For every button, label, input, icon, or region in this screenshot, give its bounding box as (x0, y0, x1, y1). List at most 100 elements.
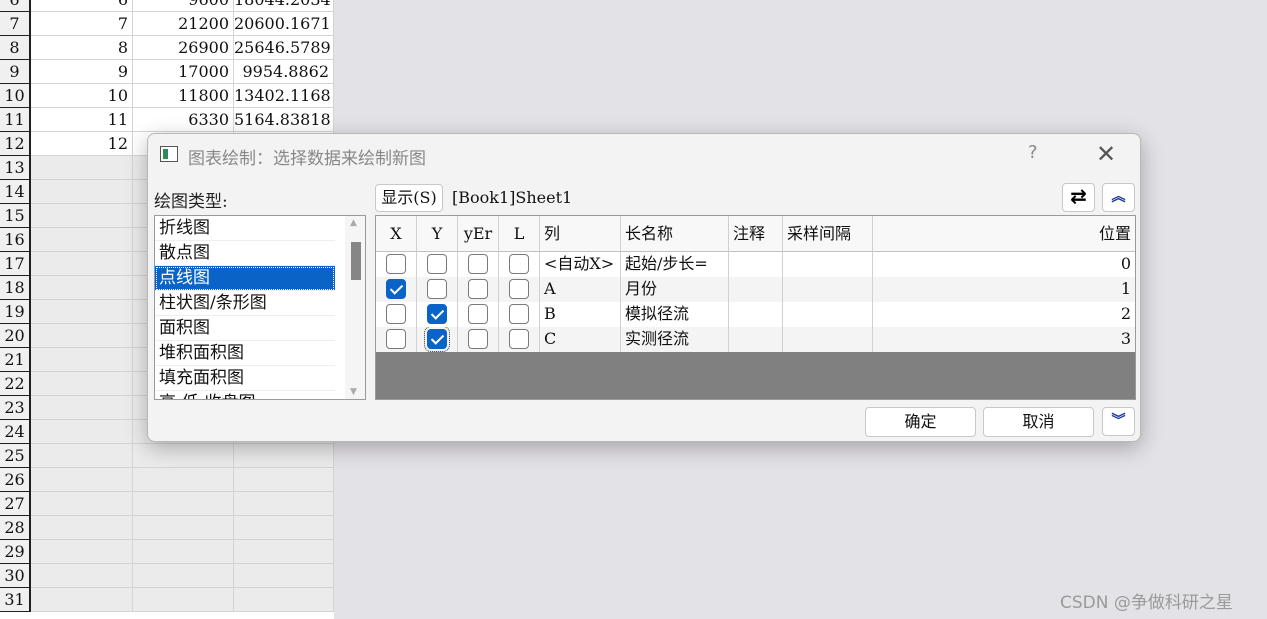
cancel-button[interactable]: 取消 (983, 407, 1094, 437)
l-checkbox[interactable] (509, 253, 529, 274)
cell-a[interactable] (31, 228, 133, 252)
header-comment[interactable]: 注释 (729, 216, 783, 252)
row-header[interactable]: 30 (0, 564, 31, 588)
row-header[interactable]: 6 (0, 0, 31, 12)
cell-a[interactable]: 12 (31, 132, 133, 156)
cell-a[interactable] (31, 252, 133, 276)
cell-a[interactable] (31, 516, 133, 540)
cell-b[interactable]: 26900 (133, 36, 234, 60)
cell-a[interactable] (31, 468, 133, 492)
l-checkbox[interactable] (509, 328, 529, 349)
header-long-name[interactable]: 长名称 (621, 216, 729, 252)
yer-checkbox[interactable] (468, 253, 488, 274)
help-button[interactable]: ? (1028, 142, 1038, 163)
cell-c[interactable] (234, 492, 334, 516)
cell-c[interactable]: 9954.8862 (234, 60, 334, 84)
column-name-cell[interactable]: A (540, 277, 621, 302)
cell-b[interactable] (133, 492, 234, 516)
column-name-cell[interactable]: C (540, 327, 621, 352)
row-header[interactable]: 22 (0, 372, 31, 396)
cell-a[interactable]: 11 (31, 108, 133, 132)
plot-type-item[interactable]: 填充面积图 (155, 366, 335, 391)
cell-a[interactable]: 6 (31, 0, 133, 12)
row-header[interactable]: 14 (0, 180, 31, 204)
plot-type-item[interactable]: 高-低-收盘图 (155, 391, 335, 399)
header-y[interactable]: Y (417, 216, 458, 252)
cell-a[interactable] (31, 396, 133, 420)
long-name-cell[interactable]: 起始/步长= (621, 252, 729, 277)
cell-b[interactable] (133, 468, 234, 492)
plot-type-item[interactable]: 散点图 (155, 241, 335, 266)
expand-down-icon[interactable]: ︾ (1102, 407, 1135, 436)
cell-c[interactable]: 13402.1168 (234, 84, 334, 108)
plot-type-list[interactable]: 折线图散点图点线图柱状图/条形图面积图堆积面积图填充面积图高-低-收盘图 ▲ ▼ (154, 215, 366, 400)
position-cell[interactable]: 0 (873, 252, 1135, 277)
cell-a[interactable] (31, 156, 133, 180)
cell-a[interactable] (31, 444, 133, 468)
row-header[interactable]: 8 (0, 36, 31, 60)
row-header[interactable]: 31 (0, 588, 31, 612)
row-header[interactable]: 25 (0, 444, 31, 468)
cell-a[interactable] (31, 324, 133, 348)
cell-b[interactable] (133, 588, 234, 612)
row-header[interactable]: 24 (0, 420, 31, 444)
plot-type-item[interactable]: 柱状图/条形图 (155, 291, 335, 316)
header-yer[interactable]: yEr (458, 216, 499, 252)
cell-b[interactable]: 6330 (133, 108, 234, 132)
cell-a[interactable]: 10 (31, 84, 133, 108)
row-header[interactable]: 12 (0, 132, 31, 156)
header-sampling[interactable]: 采样间隔 (783, 216, 873, 252)
comment-cell[interactable] (729, 252, 783, 277)
ok-button[interactable]: 确定 (865, 407, 976, 437)
sampling-cell[interactable] (783, 327, 873, 352)
cell-a[interactable]: 9 (31, 60, 133, 84)
l-checkbox[interactable] (509, 278, 529, 299)
sampling-cell[interactable] (783, 252, 873, 277)
cell-c[interactable] (234, 588, 334, 612)
row-header[interactable]: 23 (0, 396, 31, 420)
cell-a[interactable] (31, 492, 133, 516)
cell-c[interactable]: 20600.1671 (234, 12, 334, 36)
cell-c[interactable] (234, 540, 334, 564)
swap-icon[interactable]: ⇄ (1062, 183, 1095, 212)
row-header[interactable]: 7 (0, 12, 31, 36)
cell-a[interactable] (31, 588, 133, 612)
header-l[interactable]: L (499, 216, 540, 252)
plot-type-item[interactable]: 堆积面积图 (155, 341, 335, 366)
cell-a[interactable]: 7 (31, 12, 133, 36)
show-button[interactable]: 显示(S) (375, 184, 443, 212)
y-checkbox[interactable] (427, 253, 447, 274)
l-checkbox[interactable] (509, 303, 529, 324)
comment-cell[interactable] (729, 277, 783, 302)
row-header[interactable]: 11 (0, 108, 31, 132)
row-header[interactable]: 10 (0, 84, 31, 108)
row-header[interactable]: 16 (0, 228, 31, 252)
x-checkbox[interactable] (386, 253, 406, 274)
position-cell[interactable]: 1 (873, 277, 1135, 302)
cell-c[interactable]: 25646.5789 (234, 36, 334, 60)
collapse-up-icon[interactable]: ︽ (1102, 183, 1135, 212)
cell-c[interactable] (234, 516, 334, 540)
sampling-cell[interactable] (783, 302, 873, 327)
cell-a[interactable] (31, 540, 133, 564)
scroll-down-icon[interactable]: ▼ (350, 387, 357, 397)
dialog-titlebar[interactable]: 图表绘制：选择数据来绘制新图 ? ✕ (148, 134, 1140, 176)
cell-b[interactable]: 17000 (133, 60, 234, 84)
y-checkbox[interactable] (424, 327, 450, 352)
cell-a[interactable] (31, 372, 133, 396)
plot-type-item[interactable]: 点线图 (155, 266, 335, 291)
close-button[interactable]: ✕ (1096, 140, 1116, 168)
x-checkbox[interactable] (386, 278, 406, 299)
long-name-cell[interactable]: 月份 (621, 277, 729, 302)
cell-b[interactable] (133, 516, 234, 540)
comment-cell[interactable] (729, 302, 783, 327)
cell-b[interactable]: 21200 (133, 12, 234, 36)
cell-a[interactable] (31, 180, 133, 204)
plot-type-item[interactable]: 折线图 (155, 216, 335, 241)
cell-b[interactable]: 9600 (133, 0, 234, 12)
cell-a[interactable] (31, 420, 133, 444)
yer-checkbox[interactable] (468, 328, 488, 349)
long-name-cell[interactable]: 实测径流 (621, 327, 729, 352)
scroll-up-icon[interactable]: ▲ (350, 218, 357, 228)
yer-checkbox[interactable] (468, 278, 488, 299)
